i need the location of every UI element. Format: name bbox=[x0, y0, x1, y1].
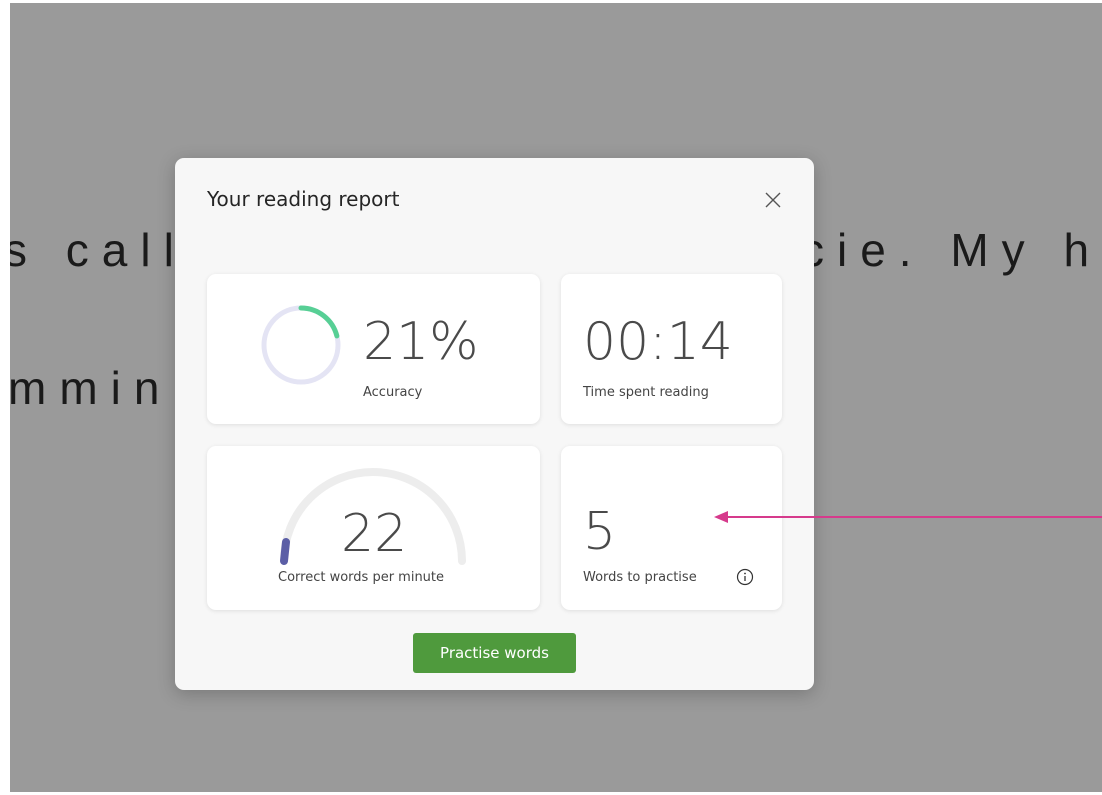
time-value: 00:14 bbox=[583, 312, 733, 372]
time-label: Time spent reading bbox=[583, 385, 709, 400]
words-to-practise-value: 5 bbox=[583, 502, 617, 562]
wpm-gauge-fill bbox=[280, 538, 290, 565]
background-text-line1-right: cie. My h bbox=[801, 224, 1102, 276]
background-text-line1-left: s call bbox=[10, 224, 187, 276]
info-icon[interactable] bbox=[736, 568, 754, 586]
accuracy-label: Accuracy bbox=[363, 385, 423, 400]
wpm-value: 22 bbox=[341, 504, 408, 564]
wpm-card: 22 Correct words per minute bbox=[207, 446, 540, 610]
close-button[interactable] bbox=[759, 186, 787, 214]
accuracy-value: 21% bbox=[363, 312, 479, 372]
wpm-label: Correct words per minute bbox=[278, 570, 445, 585]
practise-words-button[interactable]: Practise words bbox=[413, 633, 576, 673]
dialog-title: Your reading report bbox=[207, 187, 400, 211]
accuracy-ring-chart bbox=[261, 305, 341, 385]
background-text-line2-left: mmin bbox=[10, 362, 173, 414]
reading-report-dialog: Your reading report 21% Accuracy 00:14 T… bbox=[175, 158, 814, 690]
words-to-practise-card[interactable]: 5 Words to practise bbox=[561, 446, 782, 610]
close-icon bbox=[765, 192, 781, 208]
time-card: 00:14 Time spent reading bbox=[561, 274, 782, 424]
words-to-practise-label: Words to practise bbox=[583, 570, 697, 585]
accuracy-card: 21% Accuracy bbox=[207, 274, 540, 424]
